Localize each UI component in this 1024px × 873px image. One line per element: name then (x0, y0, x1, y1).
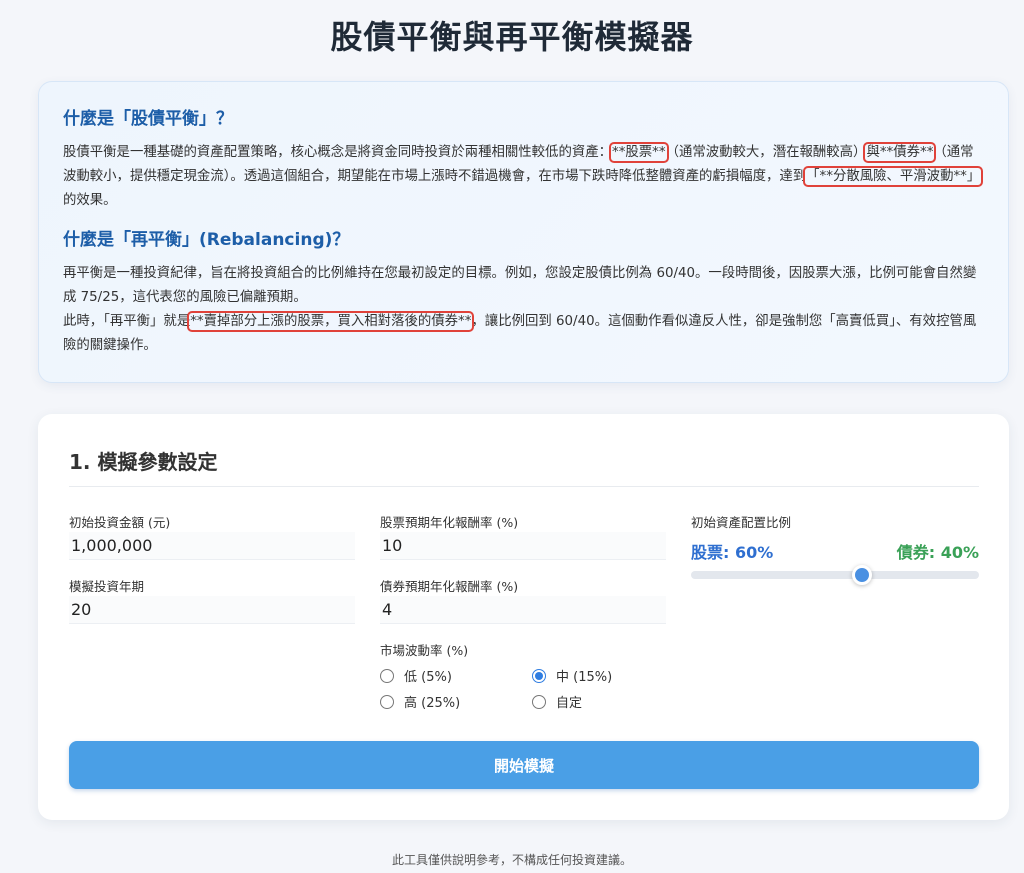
initial-amount-label: 初始投資金額 (元) (69, 515, 171, 530)
years-input[interactable] (69, 596, 355, 624)
page-title: 股債平衡與再平衡模擬器 (330, 18, 694, 56)
disclaimer: 此工具僅供說明參考，不構成任何投資建議。 (391, 853, 632, 867)
initial-amount-input[interactable] (69, 532, 355, 560)
intro-text: 此時，「再平衡」就是 (63, 314, 191, 329)
settings-panel: 1. 模擬參數設定 初始投資金額 (元) 模擬投資年期 股票預期年化報酬率 (%… (38, 414, 1009, 820)
radio-label: 自定 (556, 696, 583, 711)
allocation-slider[interactable] (691, 565, 979, 585)
settings-title: 1. 模擬參數設定 (69, 450, 218, 474)
volatility-option-custom[interactable]: 自定 (532, 692, 582, 711)
allocation-label: 初始資產配置比例 (691, 515, 792, 530)
highlight-stock: **股票** (609, 142, 669, 163)
allocation-slider-thumb[interactable] (851, 565, 872, 585)
intro-text: 股債平衡是一種基礎的資產配置策略，核心概念是將資金同時投資於兩種相關性較低的資產… (63, 145, 613, 160)
intro-heading-rebalance: 什麼是「再平衡」(Rebalancing)？ (63, 230, 350, 250)
radio-button[interactable] (380, 668, 394, 683)
intro-text: （通常波動較大，潛在報酬較高） (665, 145, 867, 160)
volatility-label: 市場波動率 (%) (380, 643, 469, 658)
intro-paragraph-rebalance: 再平衡是一種投資紀律，旨在將投資組合的比例維持在您最初設定的目標。例如，您設定股… (63, 262, 984, 358)
intro-card: 什麼是「股債平衡」？ 股債平衡是一種基礎的資產配置策略，核心概念是將資金同時投資… (38, 81, 1009, 383)
bond-allocation-text: 債券: 40% (896, 543, 979, 562)
radio-label: 低 (5%) (404, 670, 452, 685)
volatility-option-high[interactable]: 高 (25%) (380, 692, 460, 711)
volatility-option-medium[interactable]: 中 (15%) (532, 666, 612, 685)
radio-label: 中 (15%) (556, 670, 613, 685)
intro-paragraph-balance: 股債平衡是一種基礎的資產配置策略，核心概念是將資金同時投資於兩種相關性較低的資產… (63, 141, 984, 213)
intro-text: 再平衡是一種投資紀律，旨在將投資組合的比例維持在您最初設定的目標。例如，您設定股… (63, 266, 977, 305)
radio-button[interactable] (532, 694, 546, 709)
highlight-rebalance-action: **賣掉部分上漲的股票，買入相對落後的債券** (187, 311, 475, 332)
radio-button[interactable] (532, 668, 546, 683)
radio-label: 高 (25%) (404, 696, 461, 711)
radio-button[interactable] (380, 694, 394, 709)
start-simulation-button[interactable]: 開始模擬 (69, 741, 979, 789)
intro-heading-balance: 什麼是「股債平衡」？ (63, 109, 233, 129)
years-label: 模擬投資年期 (69, 579, 145, 594)
stock-return-input[interactable] (380, 532, 666, 560)
intro-text: 的效果。 (63, 193, 117, 208)
divider (69, 486, 979, 487)
highlight-bond: 與**債券** (863, 142, 937, 163)
volatility-option-low[interactable]: 低 (5%) (380, 666, 452, 685)
bond-return-label: 債券預期年化報酬率 (%) (380, 579, 519, 594)
stock-return-label: 股票預期年化報酬率 (%) (380, 515, 519, 530)
highlight-diversify: 「**分散風險、平滑波動**」 (803, 166, 984, 187)
bond-return-input[interactable] (380, 596, 666, 624)
stock-allocation-text: 股票: 60% (691, 543, 774, 562)
